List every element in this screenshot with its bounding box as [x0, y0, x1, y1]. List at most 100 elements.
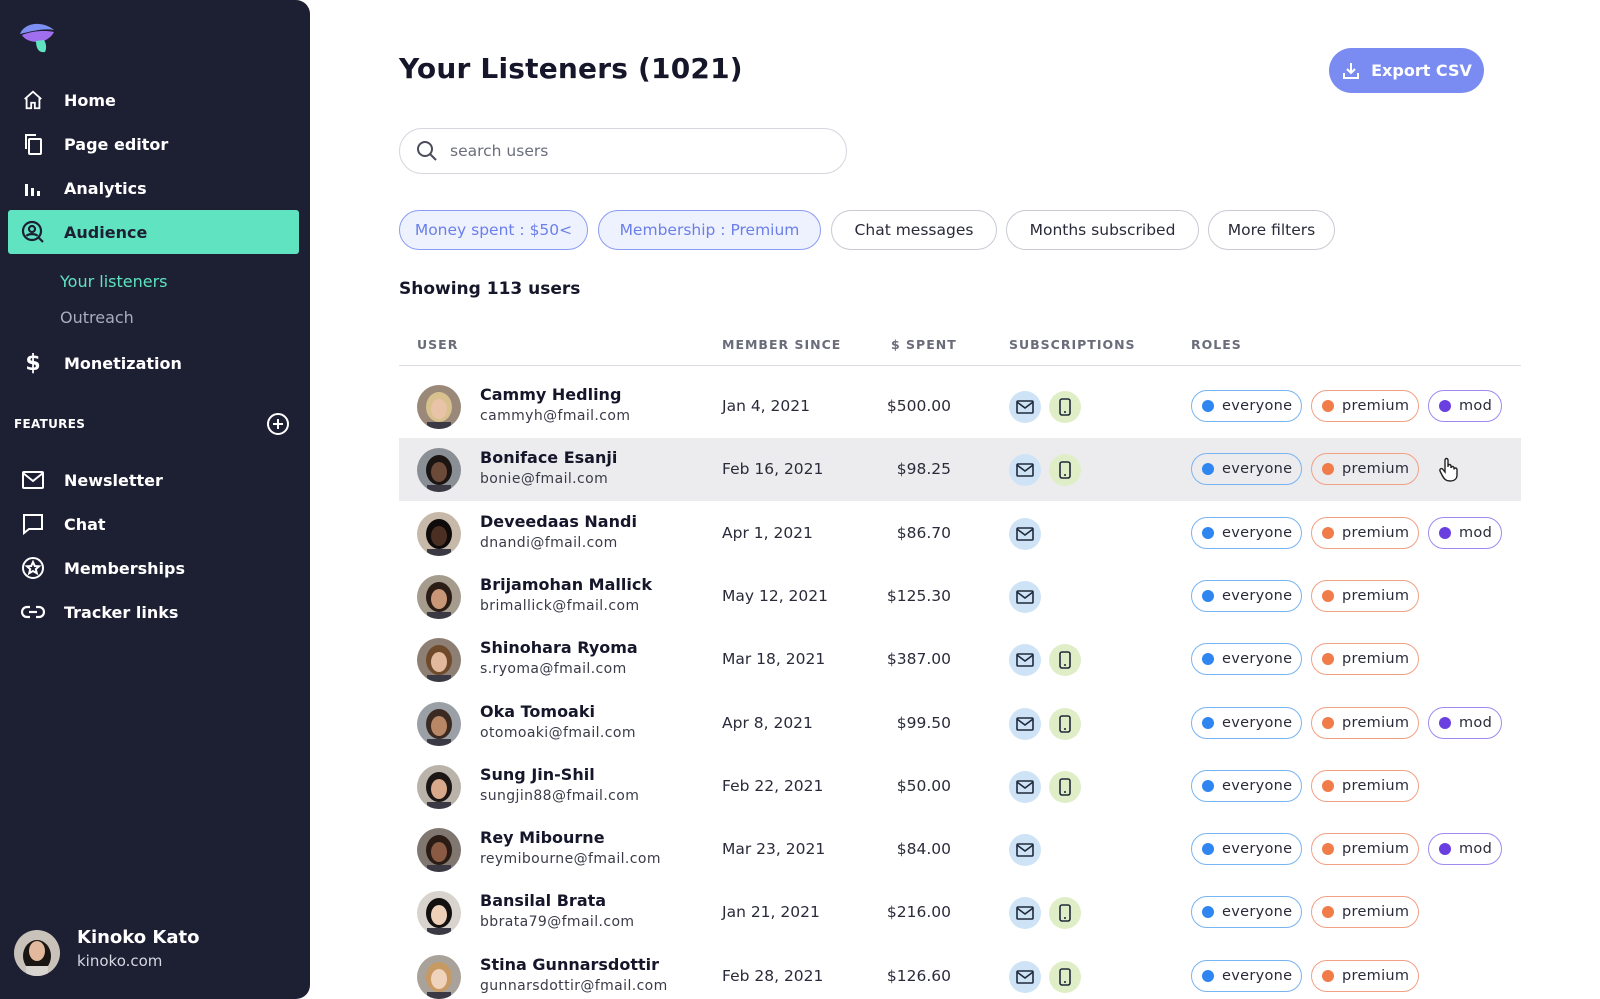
nav-newsletter[interactable]: Newsletter	[8, 458, 299, 502]
role-dot	[1322, 463, 1334, 476]
add-feature-icon[interactable]	[266, 412, 290, 436]
app-logo[interactable]	[18, 20, 56, 54]
table-row[interactable]: Rey Mibourne reymibourne@fmail.com Mar 23,…	[399, 818, 1521, 881]
nav-newsletter-label: Newsletter	[64, 470, 163, 490]
role-badge-everyone[interactable]: everyone	[1191, 959, 1302, 992]
role-badge-premium[interactable]: premium	[1311, 896, 1419, 929]
user-name[interactable]: Deveedaas Nandi	[480, 512, 637, 531]
role-badge-premium[interactable]: premium	[1311, 579, 1419, 612]
page-title: Your Listeners (1021)	[399, 52, 743, 85]
avatar	[417, 828, 461, 873]
table-row[interactable]: Shinohara Ryoma s.ryoma@fmail.com Mar 18, …	[399, 628, 1521, 691]
nav-analytics[interactable]: Analytics	[8, 166, 299, 210]
table-row[interactable]: Cammy Hedling cammyh@fmail.com Jan 4, 2021…	[399, 375, 1521, 438]
avatar	[417, 574, 461, 619]
user-name[interactable]: Brijamohan Mallick	[480, 575, 652, 594]
nav-page-editor[interactable]: Page editor	[8, 122, 299, 166]
filter-money-spent[interactable]: Money spent : $50<	[399, 210, 588, 250]
role-badge-premium[interactable]: premium	[1311, 390, 1419, 422]
filter-months-subscribed[interactable]: Months subscribed	[1006, 210, 1199, 250]
col-header-user[interactable]: USER	[417, 337, 458, 352]
role-badge-mod[interactable]: mod	[1428, 516, 1502, 549]
header-divider	[399, 365, 1521, 366]
nav-chat-label: Chat	[64, 514, 106, 534]
role-badge-premium[interactable]: premium	[1311, 643, 1419, 676]
col-header-member-since[interactable]: MEMBER SINCE	[722, 337, 841, 352]
user-name[interactable]: Cammy Hedling	[480, 385, 621, 404]
role-badge-mod[interactable]: mod	[1428, 706, 1502, 739]
user-name[interactable]: Stina Gunnarsdottir	[480, 955, 659, 974]
role-badge-everyone[interactable]: everyone	[1191, 706, 1302, 739]
role-label: premium	[1342, 461, 1410, 478]
role-badge-everyone[interactable]: everyone	[1191, 453, 1302, 486]
amount-spent: $216.00	[886, 903, 951, 922]
user-name[interactable]: Boniface Esanji	[480, 448, 617, 467]
col-header-roles[interactable]: ROLES	[1191, 337, 1242, 352]
user-name[interactable]: Oka Tomoaki	[480, 702, 595, 721]
nav-memberships-label: Memberships	[64, 558, 186, 578]
role-badge-mod[interactable]: mod	[1428, 390, 1502, 422]
member-since: May 12, 2021	[722, 586, 828, 605]
table-row[interactable]: Stina Gunnarsdottir gunnarsdottir@fmail.c…	[399, 945, 1521, 999]
export-csv-label: Export CSV	[1371, 61, 1472, 80]
table-row[interactable]: Deveedaas Nandi dnandi@fmail.com Apr 1, 20…	[399, 502, 1521, 565]
table-row[interactable]: Sung Jin-Shil sungjin88@fmail.com Feb 22, …	[399, 755, 1521, 818]
showing-count: Showing 113 users	[399, 279, 581, 299]
role-badge-everyone[interactable]: everyone	[1191, 643, 1302, 676]
member-since: Mar 23, 2021	[722, 840, 826, 859]
nav-home[interactable]: Home	[8, 78, 299, 122]
role-dot	[1202, 526, 1214, 539]
filter-chat-messages[interactable]: Chat messages	[831, 210, 997, 250]
member-since: Feb 28, 2021	[722, 966, 824, 985]
role-badge-premium[interactable]: premium	[1311, 516, 1419, 549]
nav-memberships[interactable]: Memberships	[8, 546, 299, 590]
email-subscription-icon	[1009, 707, 1041, 740]
user-name[interactable]: Sung Jin-Shil	[480, 765, 595, 784]
table-row[interactable]: Boniface Esanji bonie@fmail.com Feb 16, 20…	[399, 438, 1521, 502]
col-header-subscriptions[interactable]: SUBSCRIPTIONS	[1009, 337, 1136, 352]
nav-monetization-label: Monetization	[64, 353, 182, 373]
role-dot	[1322, 779, 1334, 792]
nav-audience[interactable]: Audience	[8, 210, 299, 254]
nav-chat[interactable]: Chat	[8, 502, 299, 546]
table-row[interactable]: Oka Tomoaki otomoaki@fmail.com Apr 8, 2021…	[399, 692, 1521, 755]
profile-name: Kinoko Kato	[77, 927, 200, 948]
filter-membership[interactable]: Membership : Premium	[598, 210, 821, 250]
role-badge-everyone[interactable]: everyone	[1191, 390, 1302, 422]
role-badge-premium[interactable]: premium	[1311, 833, 1419, 866]
role-badge-everyone[interactable]: everyone	[1191, 579, 1302, 612]
nav-monetization[interactable]: $ Monetization	[8, 341, 299, 385]
col-header-spent[interactable]: $ SPENT	[891, 337, 957, 352]
table-row[interactable]: Brijamohan Mallick brimallick@fmail.com Ma…	[399, 565, 1521, 628]
role-badge-premium[interactable]: premium	[1311, 769, 1419, 802]
user-name[interactable]: Rey Mibourne	[480, 828, 605, 847]
role-label: premium	[1342, 651, 1410, 668]
role-badge-premium[interactable]: premium	[1311, 453, 1419, 486]
nav-tracker-links[interactable]: Tracker links	[8, 590, 299, 634]
user-email: bbrata79@fmail.com	[480, 914, 635, 931]
user-email: dnandi@fmail.com	[480, 534, 618, 551]
member-since: Apr 1, 2021	[722, 523, 813, 542]
subnav-your-listeners[interactable]: Your listeners	[60, 272, 167, 291]
role-badge-mod[interactable]: mod	[1428, 833, 1502, 866]
user-name[interactable]: Shinohara Ryoma	[480, 638, 638, 657]
table-row[interactable]: Bansilal Brata bbrata79@fmail.com Jan 21, …	[399, 881, 1521, 944]
role-badge-everyone[interactable]: everyone	[1191, 833, 1302, 866]
role-dot	[1439, 843, 1451, 856]
role-badge-premium[interactable]: premium	[1311, 959, 1419, 992]
role-badge-premium[interactable]: premium	[1311, 706, 1419, 739]
user-name[interactable]: Bansilal Brata	[480, 891, 606, 910]
role-badge-everyone[interactable]: everyone	[1191, 896, 1302, 929]
user-profile[interactable]: Kinoko Kato kinoko.com	[14, 927, 199, 976]
role-label: everyone	[1222, 904, 1293, 921]
subnav-outreach[interactable]: Outreach	[60, 308, 134, 327]
export-csv-button[interactable]: Export CSV	[1329, 48, 1484, 93]
filter-more-filters[interactable]: More filters	[1208, 210, 1335, 250]
audience-icon	[20, 219, 46, 245]
search-input[interactable]	[450, 142, 810, 160]
mail-icon	[20, 467, 46, 493]
role-badge-everyone[interactable]: everyone	[1191, 769, 1302, 802]
role-dot	[1202, 716, 1214, 729]
role-badge-everyone[interactable]: everyone	[1191, 516, 1302, 549]
email-subscription-icon	[1009, 897, 1041, 930]
